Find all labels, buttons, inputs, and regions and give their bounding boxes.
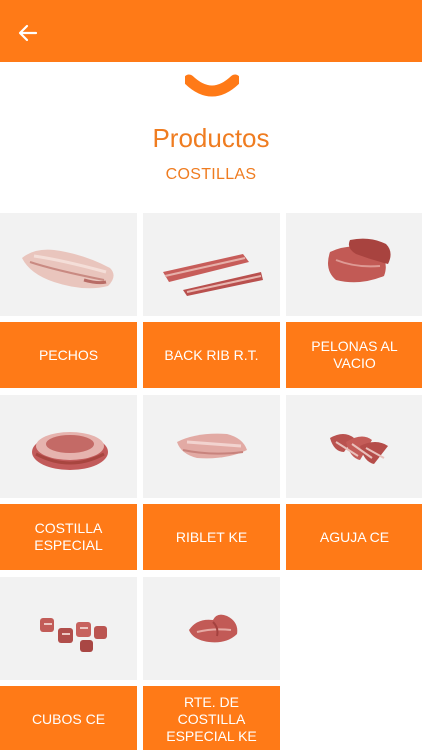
product-photo [0, 395, 137, 498]
product-photo [143, 395, 280, 498]
app-bar [0, 0, 422, 62]
product-card-back-rib[interactable]: BACK RIB R.T. [143, 213, 280, 388]
product-label: RTE. DE COSTILLA ESPECIAL KE [143, 686, 280, 750]
product-label: PELONAS AL VACIO [286, 322, 422, 388]
product-label: RIBLET KE [143, 504, 280, 570]
page-title: Productos [152, 123, 270, 153]
product-label: COSTILLA ESPECIAL [0, 504, 137, 570]
back-rib-icon [162, 253, 263, 296]
pork-breast-icon [21, 249, 114, 288]
product-photo [286, 395, 422, 498]
pelonas-icon [327, 238, 391, 282]
product-photo [0, 213, 137, 316]
product-label: PECHOS [0, 322, 137, 388]
product-card-pechos[interactable]: PECHOS [0, 213, 137, 388]
product-card-costilla-especial[interactable]: COSTILLA ESPECIAL [0, 395, 137, 570]
product-card-rte-costilla[interactable]: RTE. DE COSTILLA ESPECIAL KE [143, 577, 280, 750]
product-photo [143, 577, 280, 680]
product-grid: PECHOS BACK RIB R.T. PELONAS AL VACIO CO… [0, 213, 422, 750]
costilla-especial-icon [31, 431, 108, 470]
riblet-icon [176, 433, 247, 458]
product-card-aguja[interactable]: AGUJA CE [286, 395, 422, 570]
product-label: AGUJA CE [286, 504, 422, 570]
product-photo [143, 213, 280, 316]
arrow-left-icon [18, 24, 38, 42]
cubos-icon [39, 617, 107, 652]
category-subtitle: COSTILLAS [165, 166, 257, 183]
product-card-pelonas[interactable]: PELONAS AL VACIO [286, 213, 422, 388]
product-label: BACK RIB R.T. [143, 322, 280, 388]
product-card-cubos[interactable]: CUBOS CE [0, 577, 137, 750]
back-button[interactable] [12, 17, 44, 49]
aguja-icon [329, 433, 388, 464]
rte-costilla-icon [188, 614, 237, 642]
sausage-logo-icon [185, 74, 239, 97]
product-label: CUBOS CE [0, 686, 137, 750]
product-card-riblet[interactable]: RIBLET KE [143, 395, 280, 570]
product-photo [286, 213, 422, 316]
product-photo [0, 577, 137, 680]
